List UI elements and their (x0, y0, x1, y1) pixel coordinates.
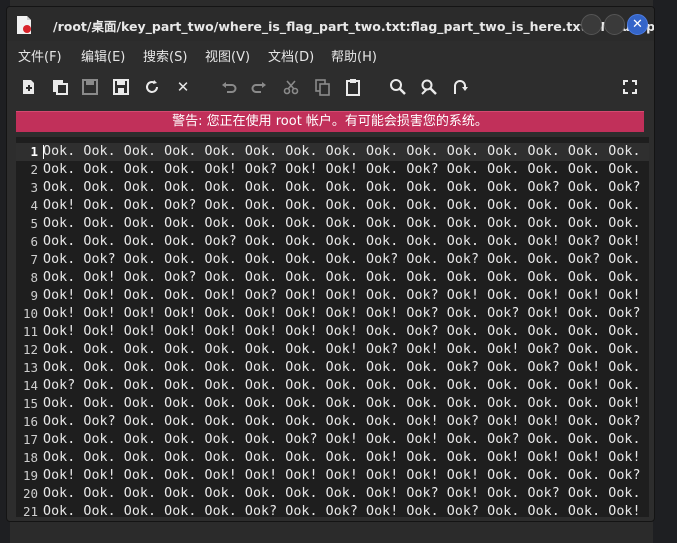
cut-icon[interactable] (281, 77, 301, 97)
toolbar: ✕ (7, 69, 654, 103)
menu-search[interactable]: 搜索(S) (143, 46, 187, 65)
menu-edit[interactable]: 编辑(E) (81, 46, 125, 65)
text-cursor (43, 145, 44, 159)
minimize-button[interactable] (581, 14, 602, 35)
paste-icon[interactable] (343, 77, 363, 97)
line-number: 17 (22, 432, 38, 447)
editor-line[interactable]: 2 Ook. Ook. Ook. Ook. Ook! Ook? Ook! Ook!… (16, 161, 649, 179)
new-document-icon[interactable] (19, 77, 39, 97)
editor-line[interactable]: 7 Ook. Ook? Ook. Ook. Ook. Ook. Ook. Ook.… (16, 251, 649, 269)
line-text[interactable]: Ook! Ook! Ook! Ook! Ook! Ook! Ook! Ook! … (43, 323, 641, 341)
editor-line[interactable]: 11 Ook! Ook! Ook! Ook! Ook! Ook! Ook! Ook… (16, 323, 649, 341)
line-text[interactable]: Ook. Ook? Ook. Ook. Ook. Ook. Ook. Ook. … (43, 251, 641, 269)
line-number: 7 (30, 252, 38, 267)
title-bar[interactable]: /root/桌面/key_part_two/where_is_flag_part… (7, 7, 654, 41)
redo-icon[interactable] (249, 77, 269, 97)
line-text[interactable]: Ook? Ook. Ook. Ook. Ook. Ook. Ook. Ook. … (43, 377, 641, 395)
editor-line[interactable]: 19 Ook! Ook! Ook. Ook. Ook! Ook! Ook! Ook… (16, 467, 649, 485)
mousepad-window: /root/桌面/key_part_two/where_is_flag_part… (6, 6, 655, 522)
line-text[interactable]: Ook. Ook. Ook. Ook. Ook. Ook. Ook. Ook. … (43, 485, 641, 503)
search-icon[interactable] (388, 77, 408, 97)
line-number: 8 (30, 270, 38, 285)
text-editor[interactable]: 1 Ook. Ook. Ook. Ook. Ook. Ook. Ook. Ook.… (16, 137, 649, 517)
close-icon: ✕ (632, 17, 643, 32)
editor-line[interactable]: 5 Ook. Ook. Ook. Ook. Ook. Ook. Ook. Ook.… (16, 215, 649, 233)
line-number: 4 (30, 198, 38, 213)
line-text[interactable]: Ook. Ook. Ook. Ook. Ook. Ook? Ook. Ook? … (43, 503, 641, 517)
mousepad-app-icon (17, 16, 31, 34)
line-number: 12 (22, 342, 38, 357)
line-number: 9 (30, 288, 38, 303)
line-number: 6 (30, 234, 38, 249)
reload-icon[interactable] (142, 77, 162, 97)
menu-file[interactable]: 文件(F) (18, 46, 62, 65)
fullscreen-icon[interactable] (620, 77, 640, 97)
new-window-icon[interactable] (50, 77, 70, 97)
line-number: 3 (30, 180, 38, 195)
editor-line[interactable]: 15 Ook. Ook. Ook. Ook. Ook. Ook. Ook. Ook… (16, 395, 649, 413)
line-text[interactable]: Ook! Ook! Ook. Ook. Ook! Ook? Ook! Ook! … (43, 287, 641, 305)
line-number: 16 (22, 414, 38, 429)
editor-line[interactable]: 6 Ook. Ook. Ook. Ook. Ook? Ook. Ook. Ook.… (16, 233, 649, 251)
line-number: 10 (22, 306, 38, 321)
menu-help[interactable]: 帮助(H) (331, 46, 377, 65)
editor-line[interactable]: 9 Ook! Ook! Ook. Ook. Ook! Ook? Ook! Ook!… (16, 287, 649, 305)
root-warning-bar: 警告: 您正在使用 root 帐户。有可能会损害您的系统。 (16, 111, 644, 132)
line-number: 11 (22, 324, 38, 339)
close-document-icon[interactable]: ✕ (173, 77, 193, 97)
desktop-background-right (653, 0, 677, 543)
editor-line[interactable]: 20 Ook. Ook. Ook. Ook. Ook. Ook. Ook. Ook… (16, 485, 649, 503)
line-text[interactable]: Ook. Ook. Ook. Ook. Ook. Ook. Ook. Ook. … (43, 215, 641, 233)
line-text[interactable]: Ook. Ook. Ook. Ook. Ook. Ook. Ook. Ook. … (43, 143, 641, 161)
line-text[interactable]: Ook. Ook. Ook. Ook. Ook! Ook? Ook! Ook! … (43, 161, 641, 179)
line-number: 20 (22, 486, 38, 501)
replace-icon[interactable] (419, 77, 439, 97)
menu-view[interactable]: 视图(V) (205, 46, 250, 65)
line-text[interactable]: Ook! Ook! Ook. Ook. Ook! Ook! Ook! Ook! … (43, 467, 641, 485)
goto-icon[interactable] (450, 77, 470, 97)
editor-line[interactable]: 21 Ook. Ook. Ook. Ook. Ook. Ook? Ook. Ook… (16, 503, 649, 517)
line-text[interactable]: Ook. Ook. Ook. Ook. Ook. Ook. Ook? Ook! … (43, 431, 641, 449)
line-text[interactable]: Ook. Ook? Ook. Ook. Ook. Ook. Ook. Ook. … (43, 413, 641, 431)
maximize-button[interactable] (604, 14, 625, 35)
window-title: /root/桌面/key_part_two/where_is_flag_part… (53, 19, 655, 34)
editor-line[interactable]: 8 Ook. Ook! Ook. Ook? Ook. Ook. Ook. Ook.… (16, 269, 649, 287)
menu-bar: 文件(F) 编辑(E) 搜索(S) 视图(V) 文档(D) 帮助(H) (7, 41, 654, 67)
line-number: 19 (22, 468, 38, 483)
save-icon[interactable] (80, 77, 100, 97)
line-number: 2 (30, 162, 38, 177)
copy-icon[interactable] (312, 77, 332, 97)
editor-line[interactable]: 1 Ook. Ook. Ook. Ook. Ook. Ook. Ook. Ook.… (16, 143, 649, 161)
line-text[interactable]: Ook. Ook. Ook. Ook. Ook. Ook. Ook. Ook. … (43, 449, 641, 467)
line-text[interactable]: Ook! Ook. Ook. Ook? Ook. Ook. Ook. Ook. … (43, 197, 641, 215)
line-number: 5 (30, 216, 38, 231)
editor-line[interactable]: 3 Ook. Ook. Ook. Ook. Ook. Ook. Ook. Ook.… (16, 179, 649, 197)
editor-line[interactable]: 12 Ook. Ook. Ook. Ook. Ook. Ook. Ook. Ook… (16, 341, 649, 359)
line-number: 15 (22, 396, 38, 411)
editor-line[interactable]: 14 Ook? Ook. Ook. Ook. Ook. Ook. Ook. Ook… (16, 377, 649, 395)
line-text[interactable]: Ook. Ook! Ook. Ook? Ook. Ook. Ook. Ook. … (43, 269, 641, 287)
line-text[interactable]: Ook. Ook. Ook. Ook. Ook. Ook. Ook. Ook. … (43, 359, 641, 377)
close-window-button[interactable]: ✕ (627, 14, 648, 35)
line-number: 13 (22, 360, 38, 375)
save-as-icon[interactable] (111, 77, 131, 97)
undo-icon[interactable] (219, 77, 239, 97)
editor-line[interactable]: 13 Ook. Ook. Ook. Ook. Ook. Ook. Ook. Ook… (16, 359, 649, 377)
line-number: 18 (22, 450, 38, 465)
line-text[interactable]: Ook. Ook. Ook. Ook. Ook? Ook. Ook. Ook. … (43, 233, 641, 251)
editor-line[interactable]: 10 Ook! Ook! Ook! Ook! Ook. Ook! Ook! Ook… (16, 305, 649, 323)
line-text[interactable]: Ook! Ook! Ook! Ook! Ook. Ook! Ook! Ook! … (43, 305, 641, 323)
line-number: 1 (30, 144, 38, 159)
line-text[interactable]: Ook. Ook. Ook. Ook. Ook. Ook. Ook. Ook! … (43, 341, 641, 359)
editor-line[interactable]: 17 Ook. Ook. Ook. Ook. Ook. Ook. Ook? Ook… (16, 431, 649, 449)
line-number: 14 (22, 378, 38, 393)
line-number: 21 (22, 504, 38, 517)
line-text[interactable]: Ook. Ook. Ook. Ook. Ook. Ook. Ook. Ook. … (43, 395, 641, 413)
menu-document[interactable]: 文档(D) (268, 46, 314, 65)
line-text[interactable]: Ook. Ook. Ook. Ook. Ook. Ook. Ook. Ook. … (43, 179, 641, 197)
editor-line[interactable]: 4 Ook! Ook. Ook. Ook? Ook. Ook. Ook. Ook.… (16, 197, 649, 215)
editor-line[interactable]: 18 Ook. Ook. Ook. Ook. Ook. Ook. Ook. Ook… (16, 449, 649, 467)
editor-line[interactable]: 16 Ook. Ook? Ook. Ook. Ook. Ook. Ook. Ook… (16, 413, 649, 431)
